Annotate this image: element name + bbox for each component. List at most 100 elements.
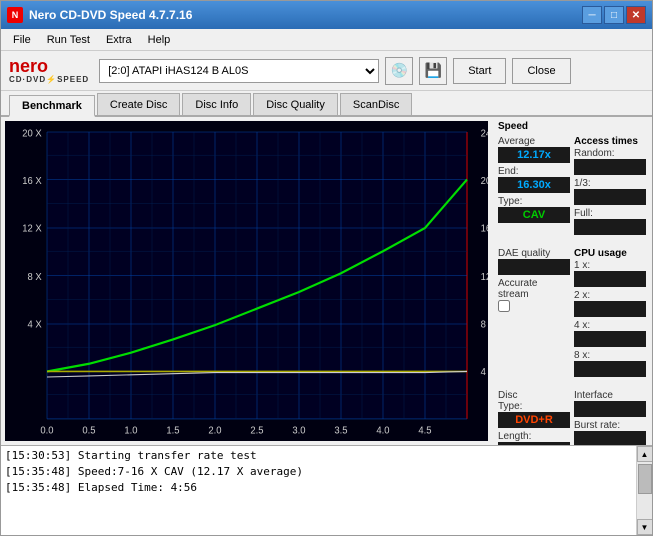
access-right: Access times Random: 1/3: Full:	[574, 136, 646, 238]
cpu-8x-label: 8 x:	[574, 350, 646, 361]
cpu-2x-value	[574, 301, 646, 317]
scroll-track[interactable]	[637, 462, 652, 519]
cpu-col: CPU usage 1 x: 2 x: 4 x: 8 x:	[574, 248, 646, 380]
svg-text:16 X: 16 X	[22, 176, 42, 187]
menu-help[interactable]: Help	[140, 32, 179, 48]
svg-text:0.5: 0.5	[82, 425, 95, 436]
svg-text:20: 20	[481, 176, 488, 187]
one-third-label: 1/3:	[574, 178, 646, 189]
disc-type-sub: Type:	[498, 401, 570, 412]
tab-disc-info[interactable]: Disc Info	[182, 93, 251, 115]
titlebar: N Nero CD-DVD Speed 4.7.7.16 ─ □ ✕	[1, 1, 652, 29]
chart-area: 20 X 16 X 12 X 8 X 4 X 24 20 16 12 8 4 0…	[5, 121, 488, 441]
cpu-4x-label: 4 x:	[574, 320, 646, 331]
nero-logo-sub: CD·DVD⚡SPEED	[9, 75, 89, 84]
titlebar-buttons: ─ □ ✕	[582, 6, 646, 24]
eject-button[interactable]: 💿	[385, 57, 413, 85]
svg-text:4.5: 4.5	[418, 425, 431, 436]
cpu-4x-value	[574, 331, 646, 347]
one-third-value	[574, 189, 646, 205]
disc-type-value: DVD+R	[498, 412, 570, 428]
right-panel: Speed Average 12.17x End: 16.30x Type: C…	[492, 117, 652, 445]
menu-extra[interactable]: Extra	[98, 32, 140, 48]
dae-cpu-cols: DAE quality Accurate stream CPU usage 1 …	[498, 248, 646, 380]
svg-text:24: 24	[481, 128, 488, 139]
end-value: 16.30x	[498, 177, 570, 193]
accurate-stream-checkbox-row	[498, 300, 570, 312]
svg-text:8 X: 8 X	[28, 272, 43, 283]
svg-text:8: 8	[481, 319, 486, 330]
cpu-2x-label: 2 x:	[574, 290, 646, 301]
full-value	[574, 219, 646, 235]
burst-value	[574, 431, 646, 445]
tab-bar: Benchmark Create Disc Disc Info Disc Qua…	[1, 91, 652, 117]
window-title: Nero CD-DVD Speed 4.7.7.16	[29, 8, 192, 22]
svg-text:4 X: 4 X	[28, 319, 43, 330]
svg-text:20 X: 20 X	[22, 128, 42, 139]
average-label: Average	[498, 136, 570, 147]
log-line-3: [15:35:48] Elapsed Time: 4:56	[5, 480, 632, 496]
log-area: [15:30:53] Starting transfer rate test […	[1, 445, 652, 535]
interface-label: Interface	[574, 390, 646, 401]
tab-disc-quality[interactable]: Disc Quality	[253, 93, 338, 115]
drive-selector[interactable]: [2:0] ATAPI iHAS124 B AL0S	[99, 59, 379, 83]
nero-logo: nero CD·DVD⚡SPEED	[9, 57, 89, 84]
nero-logo-text: nero	[9, 57, 48, 75]
maximize-button[interactable]: □	[604, 6, 624, 24]
burst-label: Burst rate:	[574, 420, 646, 431]
dae-label: DAE quality	[498, 248, 570, 259]
tab-scan-disc[interactable]: ScanDisc	[340, 93, 412, 115]
log-scrollbar[interactable]: ▲ ▼	[636, 446, 652, 535]
app-icon: N	[7, 7, 23, 23]
svg-text:1.5: 1.5	[166, 425, 179, 436]
random-label: Random:	[574, 148, 646, 159]
minimize-button[interactable]: ─	[582, 6, 602, 24]
cpu-1x-label: 1 x:	[574, 260, 646, 271]
access-title: Access times	[574, 136, 646, 147]
interface-col: Interface Burst rate:	[574, 390, 646, 445]
svg-text:2.5: 2.5	[250, 425, 263, 436]
main-content: 20 X 16 X 12 X 8 X 4 X 24 20 16 12 8 4 0…	[1, 117, 652, 445]
start-button[interactable]: Start	[453, 58, 506, 84]
svg-text:16: 16	[481, 223, 488, 234]
interface-value	[574, 401, 646, 417]
close-button[interactable]: ✕	[626, 6, 646, 24]
speed-left: Average 12.17x End: 16.30x Type: CAV	[498, 136, 570, 238]
type-label: Type:	[498, 196, 570, 207]
dae-value	[498, 259, 570, 275]
scroll-thumb[interactable]	[638, 464, 652, 494]
speed-section-title: Speed	[498, 121, 646, 132]
titlebar-left: N Nero CD-DVD Speed 4.7.7.16	[7, 7, 192, 23]
svg-text:0.0: 0.0	[40, 425, 54, 436]
disc-interface-cols: Disc Type: DVD+R Length: 4.38 GB Interfa…	[498, 390, 646, 445]
length-label: Length:	[498, 431, 570, 442]
svg-text:3.5: 3.5	[334, 425, 347, 436]
scroll-down-button[interactable]: ▼	[637, 519, 653, 535]
menu-file[interactable]: File	[5, 32, 39, 48]
dae-col: DAE quality Accurate stream	[498, 248, 570, 380]
end-label: End:	[498, 166, 570, 177]
cpu-1x-value	[574, 271, 646, 287]
tab-benchmark[interactable]: Benchmark	[9, 95, 95, 117]
accurate-stream-checkbox[interactable]	[498, 300, 510, 312]
menu-run-test[interactable]: Run Test	[39, 32, 98, 48]
toolbar: nero CD·DVD⚡SPEED [2:0] ATAPI iHAS124 B …	[1, 51, 652, 91]
average-value: 12.17x	[498, 147, 570, 163]
log-line-2: [15:35:48] Speed:7-16 X CAV (12.17 X ave…	[5, 464, 632, 480]
full-label: Full:	[574, 208, 646, 219]
svg-text:12: 12	[481, 272, 488, 283]
save-button[interactable]: 💾	[419, 57, 447, 85]
scroll-up-button[interactable]: ▲	[637, 446, 653, 462]
close-app-button[interactable]: Close	[512, 58, 570, 84]
accurate-label: Accurate	[498, 278, 570, 289]
svg-text:3.0: 3.0	[292, 425, 306, 436]
cpu-8x-value	[574, 361, 646, 377]
svg-text:4.0: 4.0	[376, 425, 390, 436]
main-window: N Nero CD-DVD Speed 4.7.7.16 ─ □ ✕ File …	[0, 0, 653, 536]
benchmark-chart: 20 X 16 X 12 X 8 X 4 X 24 20 16 12 8 4 0…	[5, 121, 488, 441]
svg-text:4: 4	[481, 367, 487, 378]
tab-create-disc[interactable]: Create Disc	[97, 93, 180, 115]
svg-text:12 X: 12 X	[22, 223, 42, 234]
random-value	[574, 159, 646, 175]
disc-type-label: Disc	[498, 390, 570, 401]
